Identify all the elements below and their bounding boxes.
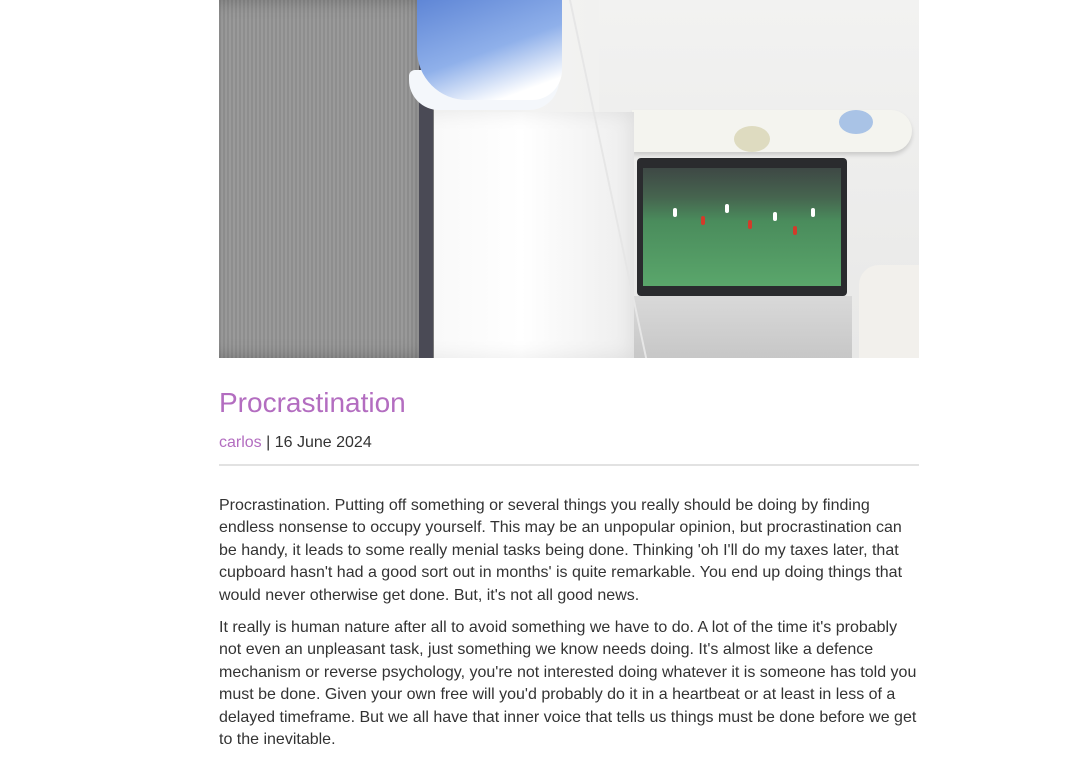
post-paragraph: Procrastination. Putting off something o… bbox=[219, 497, 903, 604]
hero-image bbox=[219, 0, 919, 358]
hero-iron bbox=[417, 0, 562, 100]
meta-separator: | bbox=[266, 434, 271, 451]
post-title: Procrastination bbox=[219, 387, 406, 418]
hero-person-shirt bbox=[219, 0, 434, 358]
divider bbox=[219, 464, 919, 466]
post-meta: carlos | 16 June 2024 bbox=[219, 433, 919, 453]
post-paragraph: It really is human nature after all to a… bbox=[219, 619, 917, 749]
hero-chair bbox=[859, 265, 919, 358]
blog-post: Procrastination carlos | 16 June 2024 Pr… bbox=[219, 0, 919, 761]
author-link[interactable]: carlos bbox=[219, 434, 262, 451]
post-date: 16 June 2024 bbox=[274, 434, 372, 451]
post-body: Procrastination. Putting off something o… bbox=[219, 495, 919, 751]
